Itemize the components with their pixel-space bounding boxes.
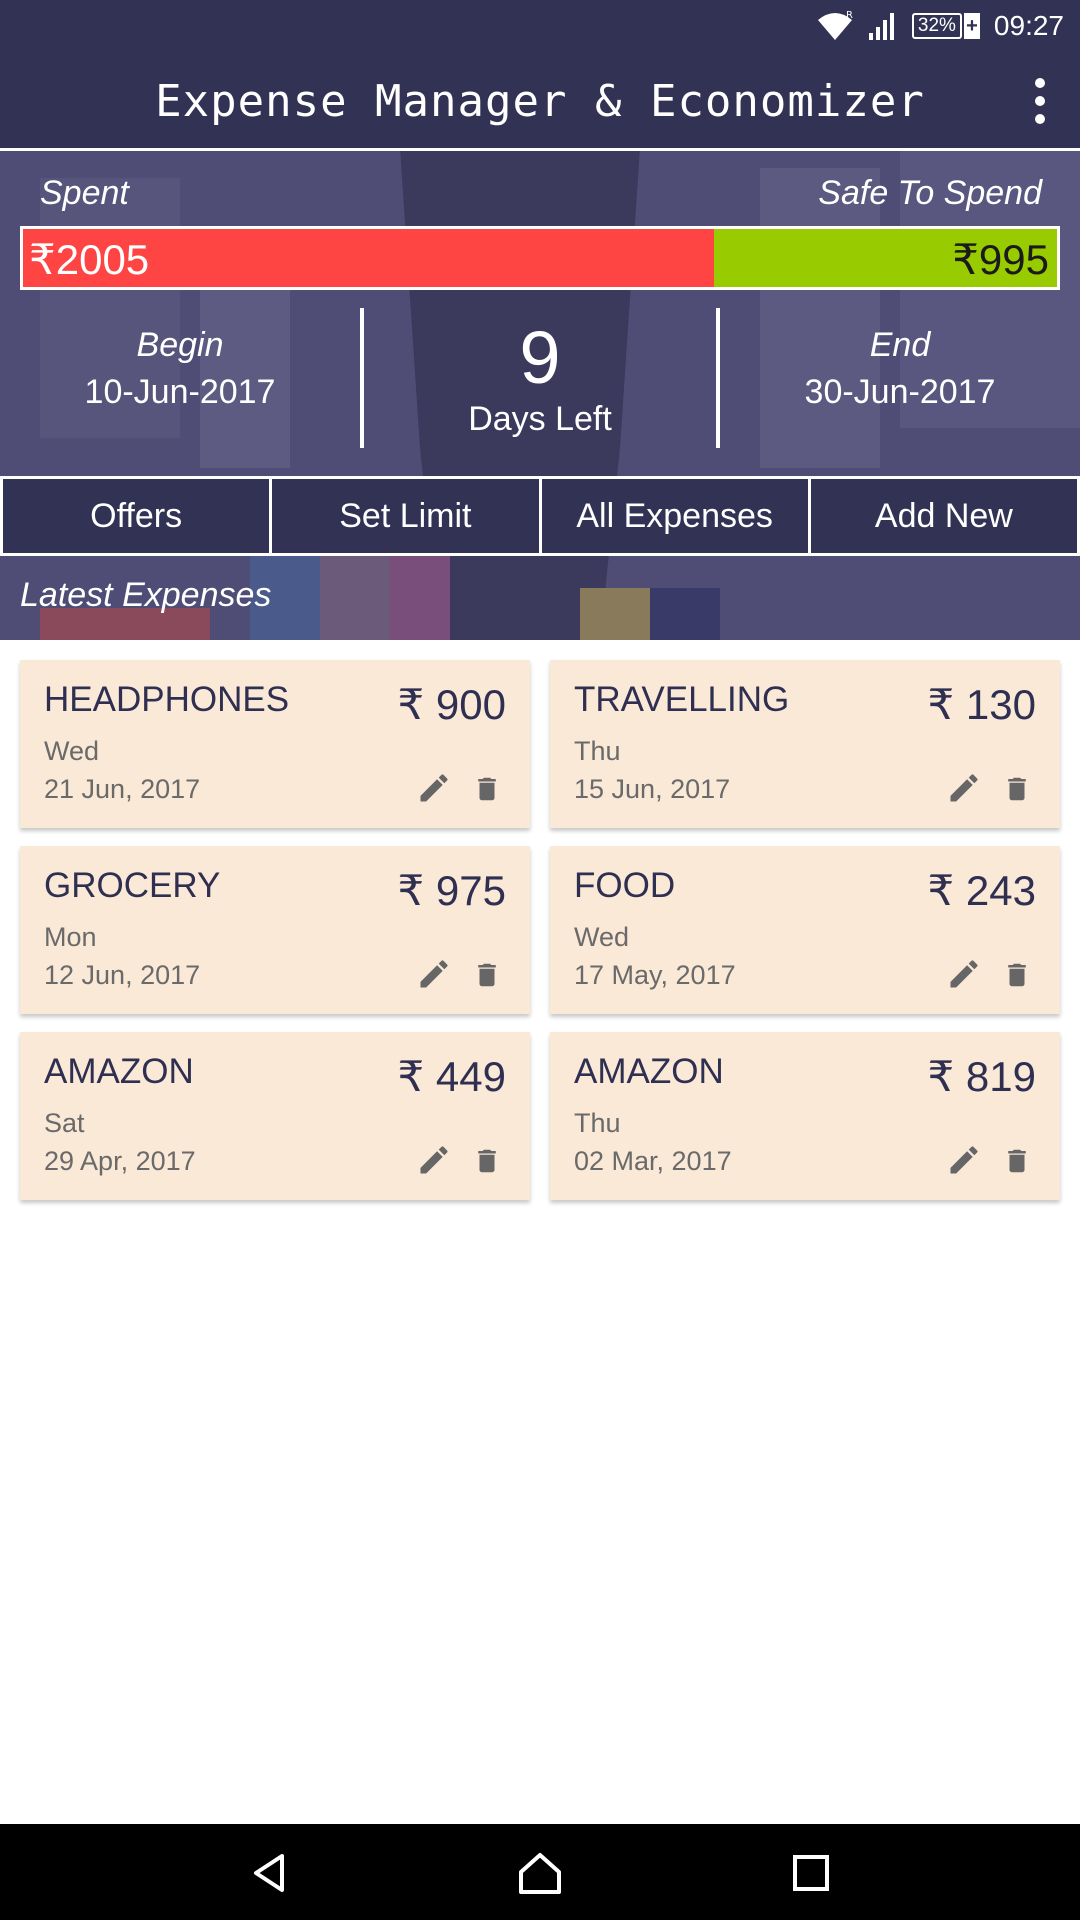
expense-day: Sat (44, 1108, 85, 1138)
expense-date: 17 May, 2017 (574, 960, 736, 990)
action-buttons: Offers Set Limit All Expenses Add New (0, 476, 1080, 556)
edit-icon[interactable] (946, 770, 982, 806)
expense-name: TRAVELLING (574, 680, 790, 719)
expense-day: Thu (574, 736, 621, 766)
spent-amount: ₹2005 (29, 236, 150, 283)
period-info: Begin 10-Jun-2017 9 Days Left End 30-Jun… (0, 308, 1080, 458)
back-icon[interactable] (246, 1848, 296, 1898)
expense-name: AMAZON (574, 1052, 724, 1091)
end-column: End 30-Jun-2017 (720, 308, 1080, 458)
expense-card[interactable]: AMAZON ₹ 819 Thu 02 Mar, 2017 (550, 1032, 1060, 1200)
edit-icon[interactable] (946, 956, 982, 992)
expense-day: Wed (574, 922, 630, 952)
all-expenses-button[interactable]: All Expenses (541, 479, 808, 553)
latest-expenses-title: Latest Expenses (20, 576, 272, 614)
delete-icon[interactable] (472, 958, 502, 992)
expense-card[interactable]: FOOD ₹ 243 Wed 17 May, 2017 (550, 846, 1060, 1014)
expense-name: AMAZON (44, 1052, 194, 1091)
navigation-bar (0, 1824, 1080, 1920)
expense-date: 12 Jun, 2017 (44, 960, 201, 990)
set-limit-button[interactable]: Set Limit (272, 479, 539, 553)
expense-day: Mon (44, 922, 97, 952)
expense-amount: ₹ 819 (927, 1053, 1036, 1100)
safe-amount: ₹995 (952, 236, 1049, 283)
days-left-count: 9 (519, 316, 561, 399)
budget-progress-bar: ₹2005 ₹995 (20, 226, 1060, 290)
expense-amount: ₹ 900 (397, 681, 506, 728)
edit-icon[interactable] (416, 1142, 452, 1178)
wifi-icon: R (817, 10, 853, 40)
begin-column: Begin 10-Jun-2017 (0, 308, 360, 458)
svg-text:R: R (846, 10, 853, 21)
expense-card[interactable]: GROCERY ₹ 975 Mon 12 Jun, 2017 (20, 846, 530, 1014)
begin-date: 10-Jun-2017 (84, 373, 276, 411)
delete-icon[interactable] (472, 772, 502, 806)
budget-summary: Spent Safe To Spend ₹2005 ₹995 Begin 10-… (0, 148, 1080, 640)
expense-name: FOOD (574, 866, 676, 905)
battery-level: 32% (911, 13, 962, 39)
expense-day: Wed (44, 736, 100, 766)
offers-button[interactable]: Offers (3, 479, 270, 553)
expense-date: 02 Mar, 2017 (574, 1146, 732, 1176)
battery-charging-icon: 32% + (911, 13, 980, 39)
safe-fill: ₹995 (713, 229, 1057, 287)
begin-label: Begin (136, 326, 224, 364)
days-left-label: Days Left (468, 400, 612, 438)
add-new-button[interactable]: Add New (810, 479, 1077, 553)
expense-card[interactable]: HEADPHONES ₹ 900 Wed 21 Jun, 2017 (20, 660, 530, 828)
delete-icon[interactable] (472, 1144, 502, 1178)
edit-icon[interactable] (946, 1142, 982, 1178)
delete-icon[interactable] (1002, 772, 1032, 806)
expense-card[interactable]: AMAZON ₹ 449 Sat 29 Apr, 2017 (20, 1032, 530, 1200)
edit-icon[interactable] (416, 770, 452, 806)
end-label: End (869, 326, 931, 364)
edit-icon[interactable] (416, 956, 452, 992)
spent-label: Spent (40, 174, 129, 212)
expense-amount: ₹ 243 (927, 867, 1036, 914)
expense-amount: ₹ 449 (397, 1053, 506, 1100)
safe-to-spend-label: Safe To Spend (818, 174, 1042, 212)
expense-card[interactable]: TRAVELLING ₹ 130 Thu 15 Jun, 2017 (550, 660, 1060, 828)
app-bar: Expense Manager & Economizer (0, 52, 1080, 148)
expense-name: HEADPHONES (44, 680, 290, 719)
days-left-column: 9 Days Left (364, 308, 716, 458)
status-bar: R 32% + 09:27 (0, 0, 1080, 52)
home-icon[interactable] (515, 1848, 565, 1898)
recents-icon[interactable] (786, 1848, 836, 1898)
expense-day: Thu (574, 1108, 621, 1138)
status-time: 09:27 (993, 10, 1064, 41)
delete-icon[interactable] (1002, 958, 1032, 992)
expense-grid: HEADPHONES ₹ 900 Wed 21 Jun, 2017 TRAVEL… (20, 660, 1062, 1200)
end-date: 30-Jun-2017 (804, 373, 996, 411)
signal-icon (868, 13, 894, 40)
expense-amount: ₹ 975 (397, 867, 506, 914)
expense-date: 29 Apr, 2017 (44, 1146, 196, 1176)
expense-name: GROCERY (44, 866, 221, 905)
expense-amount: ₹ 130 (927, 681, 1036, 728)
expense-date: 21 Jun, 2017 (44, 774, 201, 804)
spent-fill: ₹2005 (23, 229, 714, 287)
delete-icon[interactable] (1002, 1144, 1032, 1178)
app-title: Expense Manager & Economizer (155, 76, 925, 127)
more-vert-icon[interactable] (1020, 78, 1060, 124)
expense-date: 15 Jun, 2017 (574, 774, 731, 804)
